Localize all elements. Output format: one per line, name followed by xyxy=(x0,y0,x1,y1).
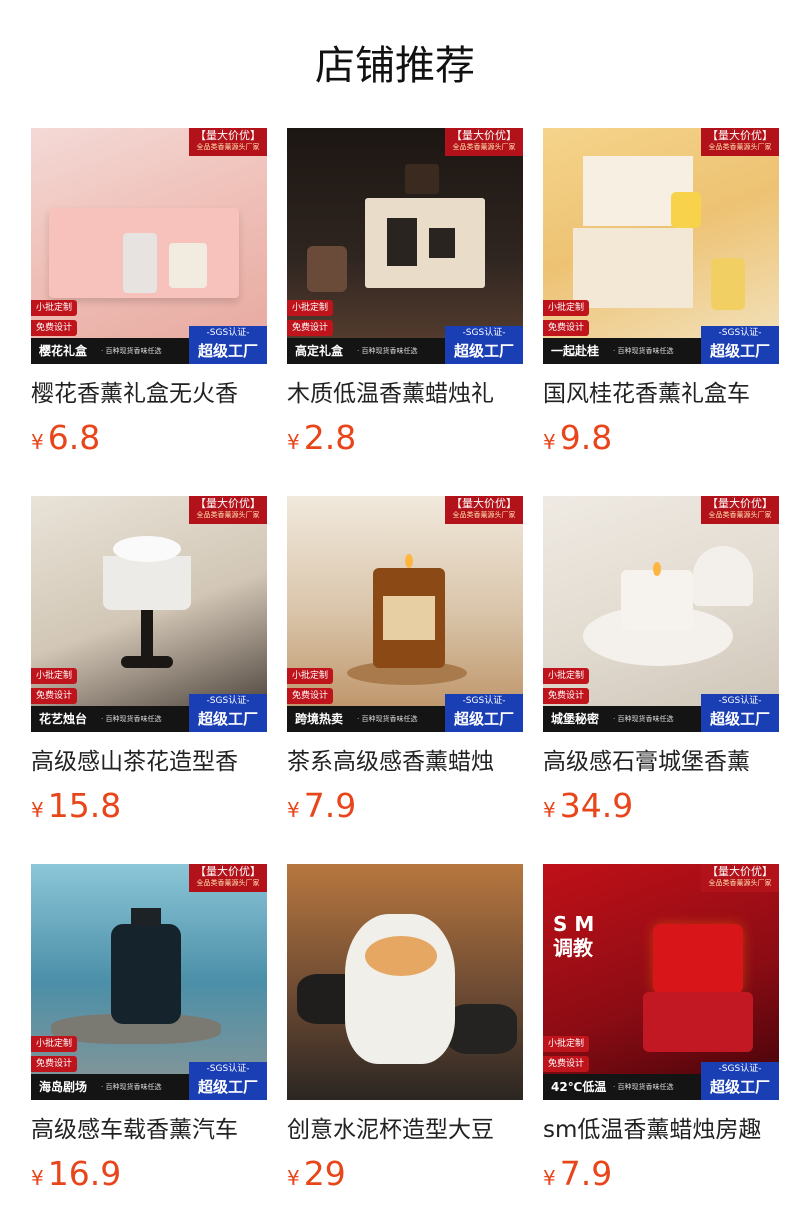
product-card[interactable]: 【量大价优】 全品类香薰源头厂家 小批定制 免费设计 海岛剧场 · 百种现货香味任… xyxy=(31,864,267,1232)
product-name[interactable]: 木质低温香薰蜡烛礼 xyxy=(287,378,523,410)
product-name[interactable]: 创意水泥杯造型大豆 xyxy=(287,1114,523,1146)
bottle-shape xyxy=(387,218,417,266)
factory-badge: -SGS认证- 超级工厂 xyxy=(189,326,267,364)
flower-shape xyxy=(113,536,181,562)
bottle-cap-shape xyxy=(131,908,161,926)
bottle-shape xyxy=(123,233,157,293)
tag-small-batch: 小批定制 xyxy=(287,300,334,316)
product-card[interactable]: 【量大价优】 全品类香薰源头厂家 小批定制 免费设计 花艺烛台 · 百种现货香味任… xyxy=(31,496,267,864)
product-card[interactable]: 【量大价优】 全品类香薰源头厂家 小批定制 免费设计 高定礼盒 · 百种现货香味任… xyxy=(287,128,523,496)
tag-free-design: 免费设计 xyxy=(543,320,590,336)
product-image[interactable]: 【量大价优】 全品类香薰源头厂家 小批定制 免费设计 樱花礼盒 · 百种现货香味任… xyxy=(31,128,267,364)
product-card[interactable]: 【量大价优】 全品类香薰源头厂家 小批定制 免费设计 樱花礼盒 · 百种现货香味任… xyxy=(31,128,267,496)
page-title: 店铺推荐 xyxy=(315,43,475,89)
factory-badge: -SGS认证- 超级工厂 xyxy=(445,694,523,732)
product-name[interactable]: 高级感石膏城堡香薰 xyxy=(543,746,779,778)
product-price: ¥34.9 xyxy=(543,786,634,825)
candle-holder-shape xyxy=(103,556,191,610)
tag-free-design: 免费设计 xyxy=(287,688,334,704)
price-ribbon: 【量大价优】 全品类香薰源头厂家 xyxy=(189,864,267,892)
base-shape xyxy=(121,656,173,668)
price-ribbon: 【量大价优】 全品类香薰源头厂家 xyxy=(189,128,267,156)
product-price: ¥16.9 xyxy=(31,1154,122,1193)
factory-badge: -SGS认证- 超级工厂 xyxy=(701,1062,779,1100)
factory-badge: -SGS认证- 超级工厂 xyxy=(701,694,779,732)
cloth-shape xyxy=(643,992,753,1052)
product-image[interactable]: 【量大价优】 全品类香薰源头厂家 小批定制 免费设计 高定礼盒 · 百种现货香味任… xyxy=(287,128,523,364)
tag-free-design: 免费设计 xyxy=(31,688,78,704)
factory-badge: -SGS认证- 超级工厂 xyxy=(445,326,523,364)
product-image[interactable]: 【量大价优】 全品类香薰源头厂家 小批定制 免费设计 海岛剧场 · 百种现货香味任… xyxy=(31,864,267,1100)
product-grid: 【量大价优】 全品类香薰源头厂家 小批定制 免费设计 樱花礼盒 · 百种现货香味任… xyxy=(31,128,779,1232)
product-image[interactable]: 【量大价优】 全品类香薰源头厂家 小批定制 免费设计 城堡秘密 · 百种现货香味任… xyxy=(543,496,779,732)
factory-badge: -SGS认证- 超级工厂 xyxy=(189,1062,267,1100)
candle-shape xyxy=(405,164,439,194)
product-image[interactable]: 【量大价优】 全品类香薰源头厂家 小批定制 免费设计 跨境热卖 · 百种现货香味任… xyxy=(287,496,523,732)
product-name[interactable]: 樱花香薰礼盒无火香 xyxy=(31,378,267,410)
product-name[interactable]: 高级感车载香薰汽车 xyxy=(31,1114,267,1146)
lid-shape xyxy=(693,546,753,606)
charcoal-shape xyxy=(447,1004,517,1054)
tag-small-batch: 小批定制 xyxy=(543,300,590,316)
flame-shape xyxy=(653,562,661,576)
tag-free-design: 免费设计 xyxy=(31,320,78,336)
tag-small-batch: 小批定制 xyxy=(31,668,78,684)
tag-free-design: 免费设计 xyxy=(287,320,334,336)
tag-free-design: 免费设计 xyxy=(543,1056,590,1072)
tag-free-design: 免费设计 xyxy=(31,1056,78,1072)
product-image[interactable] xyxy=(287,864,523,1100)
product-card[interactable]: 创意水泥杯造型大豆 ¥29 xyxy=(287,864,523,1232)
product-name[interactable]: sm低温香薰蜡烛房趣 xyxy=(543,1114,779,1146)
flame-shape xyxy=(405,554,413,568)
product-name[interactable]: 高级感山茶花造型香 xyxy=(31,746,267,778)
price-ribbon: 【量大价优】 全品类香薰源头厂家 xyxy=(701,496,779,524)
diffuser-shape xyxy=(307,246,347,292)
product-image[interactable]: 【量大价优】 全品类香薰源头厂家 小批定制 免费设计 花艺烛台 · 百种现货香味任… xyxy=(31,496,267,732)
stand-shape xyxy=(141,610,153,662)
product-price: ¥7.9 xyxy=(543,1154,613,1193)
product-card[interactable]: 【量大价优】 全品类香薰源头厂家 小批定制 免费设计 跨境热卖 · 百种现货香味任… xyxy=(287,496,523,864)
tag-free-design: 免费设计 xyxy=(543,688,590,704)
product-image[interactable]: S M 调教 【量大价优】 全品类香薰源头厂家 小批定制 免费设计 42℃低温 · … xyxy=(543,864,779,1100)
product-price: ¥6.8 xyxy=(31,418,101,457)
bottle-shape xyxy=(111,924,181,1024)
product-card[interactable]: 【量大价优】 全品类香薰源头厂家 小批定制 免费设计 城堡秘密 · 百种现货香味任… xyxy=(543,496,779,864)
product-price: ¥7.9 xyxy=(287,786,357,825)
product-price: ¥2.8 xyxy=(287,418,357,457)
jar-shape xyxy=(429,228,455,258)
product-price: ¥15.8 xyxy=(31,786,122,825)
candle-shape xyxy=(621,570,693,630)
product-price: ¥29 xyxy=(287,1154,346,1193)
price-ribbon: 【量大价优】 全品类香薰源头厂家 xyxy=(701,128,779,156)
gift-box-shape xyxy=(365,198,485,288)
wax-shape xyxy=(365,936,437,976)
jar-shape xyxy=(169,243,207,288)
price-ribbon: 【量大价优】 全品类香薰源头厂家 xyxy=(445,128,523,156)
product-card[interactable]: 【量大价优】 全品类香薰源头厂家 小批定制 免费设计 一起赴桂 · 百种现货香味任… xyxy=(543,128,779,496)
product-name[interactable]: 国风桂花香薰礼盒车 xyxy=(543,378,779,410)
tag-small-batch: 小批定制 xyxy=(543,1036,590,1052)
factory-badge: -SGS认证- 超级工厂 xyxy=(701,326,779,364)
price-ribbon: 【量大价优】 全品类香薰源头厂家 xyxy=(445,496,523,524)
candle-shape xyxy=(671,192,701,228)
candle-jar-shape xyxy=(653,924,743,994)
tag-small-batch: 小批定制 xyxy=(31,1036,78,1052)
product-image[interactable]: 【量大价优】 全品类香薰源头厂家 小批定制 免费设计 一起赴桂 · 百种现货香味任… xyxy=(543,128,779,364)
tag-small-batch: 小批定制 xyxy=(543,668,590,684)
product-card[interactable]: S M 调教 【量大价优】 全品类香薰源头厂家 小批定制 免费设计 42℃低温 · … xyxy=(543,864,779,1232)
tag-small-batch: 小批定制 xyxy=(287,668,334,684)
candle-label-shape xyxy=(383,596,435,640)
product-name[interactable]: 茶系高级感香薰蜡烛 xyxy=(287,746,523,778)
product-price: ¥9.8 xyxy=(543,418,613,457)
factory-badge: -SGS认证- 超级工厂 xyxy=(189,694,267,732)
tag-small-batch: 小批定制 xyxy=(31,300,78,316)
gift-box-shape xyxy=(573,228,693,308)
diffuser-shape xyxy=(711,258,745,310)
price-ribbon: 【量大价优】 全品类香薰源头厂家 xyxy=(701,864,779,892)
product-overlay-text: S M 调教 xyxy=(553,912,595,960)
price-ribbon: 【量大价优】 全品类香薰源头厂家 xyxy=(189,496,267,524)
